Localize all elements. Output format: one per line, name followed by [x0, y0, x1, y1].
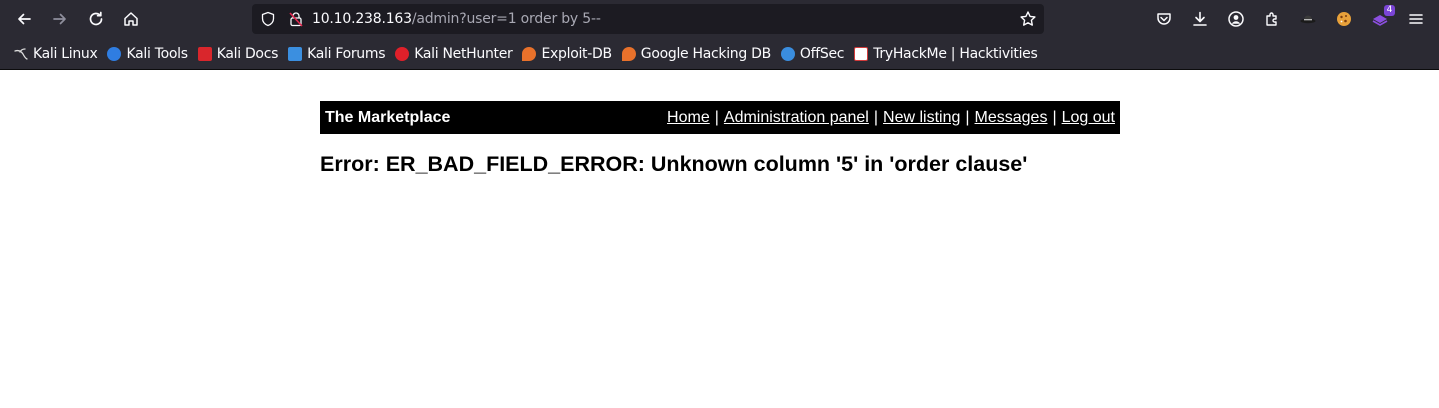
nav-administration-panel-link[interactable]: Administration panel — [724, 109, 869, 127]
nav-separator: | — [714, 108, 719, 126]
bookmark-label: Kali Linux — [33, 45, 98, 62]
home-button[interactable] — [118, 6, 144, 32]
site-brand: The Marketplace — [325, 108, 451, 126]
bookmark-offsec[interactable]: OffSec — [777, 42, 850, 66]
bookmark-label: OffSec — [799, 45, 845, 62]
bookmark-tryhackme[interactable]: TryHackMe | Hacktivities — [850, 42, 1043, 66]
bookmark-label: Google Hacking DB — [640, 45, 771, 62]
tracking-shield-icon[interactable] — [260, 11, 276, 27]
extension-badge-button[interactable]: 4 — [1367, 5, 1395, 32]
url-host: 10.10.238.163 — [312, 11, 412, 27]
url-text[interactable]: 10.10.238.163/admin?user=1 order by 5-- — [312, 11, 601, 27]
nav-log-out-link[interactable]: Log out — [1062, 109, 1115, 127]
reload-button[interactable] — [83, 6, 109, 32]
bookmark-exploit-db[interactable]: Exploit-DB — [518, 42, 617, 66]
home-icon — [124, 12, 138, 26]
bookmark-kali-forums[interactable]: Kali Forums — [284, 42, 391, 66]
hat-extension-icon — [1300, 15, 1316, 24]
extensions-button[interactable] — [1259, 6, 1285, 32]
browser-toolbar: 10.10.238.163/admin?user=1 order by 5-- … — [0, 0, 1439, 38]
nethunter-icon — [395, 46, 410, 61]
nav-new-listing-link[interactable]: New listing — [883, 109, 960, 127]
site-header: The Marketplace Home | Administration pa… — [320, 101, 1120, 134]
back-arrow-icon — [18, 13, 31, 25]
tryhackme-icon — [854, 46, 869, 61]
extension-hat-button[interactable] — [1295, 6, 1321, 32]
reload-icon — [89, 11, 103, 26]
bookmark-label: Kali Forums — [307, 45, 386, 62]
forward-arrow-icon — [53, 13, 66, 25]
kali-docs-icon — [197, 46, 212, 61]
extension-count-badge: 4 — [1384, 5, 1395, 16]
bookmarks-toolbar: Kali Linux Kali Tools Kali Docs Kali For… — [0, 38, 1439, 70]
app-menu-button[interactable] — [1403, 6, 1429, 32]
nav-separator: | — [1052, 108, 1057, 126]
insecure-lock-icon[interactable] — [288, 11, 304, 27]
bookmark-label: Exploit-DB — [541, 45, 612, 62]
forward-button[interactable] — [47, 6, 73, 32]
nav-separator: | — [965, 108, 970, 126]
bookmark-label: TryHackMe | Hacktivities — [873, 45, 1038, 62]
nav-home-link[interactable]: Home — [667, 109, 710, 127]
bookmark-google-hacking-db[interactable]: Google Hacking DB — [618, 42, 777, 66]
bookmark-label: Kali Tools — [126, 45, 188, 62]
extension-cookie-button[interactable] — [1331, 6, 1357, 32]
bookmark-label: Kali Docs — [216, 45, 279, 62]
offsec-icon — [780, 46, 795, 61]
bookmark-kali-nethunter[interactable]: Kali NetHunter — [391, 42, 518, 66]
bookmark-star-button[interactable] — [1018, 9, 1038, 29]
url-path: /admin?user=1 order by 5-- — [411, 11, 601, 27]
pocket-icon — [1157, 13, 1171, 25]
nav-separator: | — [873, 108, 879, 126]
account-button[interactable] — [1223, 6, 1249, 32]
account-icon — [1228, 11, 1244, 27]
hamburger-menu-icon — [1409, 14, 1423, 24]
cookie-extension-icon — [1337, 12, 1351, 26]
bookmark-kali-docs[interactable]: Kali Docs — [194, 42, 284, 66]
bookmark-kali-tools[interactable]: Kali Tools — [103, 42, 193, 66]
pocket-button[interactable] — [1151, 6, 1177, 32]
kali-tools-icon — [107, 46, 122, 61]
nav-messages-link[interactable]: Messages — [975, 109, 1048, 127]
downloads-button[interactable] — [1187, 6, 1213, 32]
ghdb-icon — [621, 46, 636, 61]
bookmark-label: Kali NetHunter — [414, 45, 513, 62]
kali-forums-icon — [288, 46, 303, 61]
exploit-db-icon — [522, 46, 537, 61]
download-icon — [1193, 11, 1207, 26]
puzzle-icon — [1266, 12, 1277, 26]
kali-dragon-icon — [14, 47, 28, 61]
site-nav: Home | Administration panel | New listin… — [667, 109, 1115, 127]
bookmark-kali-linux[interactable]: Kali Linux — [10, 42, 103, 66]
error-message: Error: ER_BAD_FIELD_ERROR: Unknown colum… — [320, 152, 1028, 176]
star-icon — [1020, 11, 1036, 26]
back-button[interactable] — [11, 6, 37, 32]
url-bar[interactable]: 10.10.238.163/admin?user=1 order by 5-- — [252, 4, 1044, 34]
